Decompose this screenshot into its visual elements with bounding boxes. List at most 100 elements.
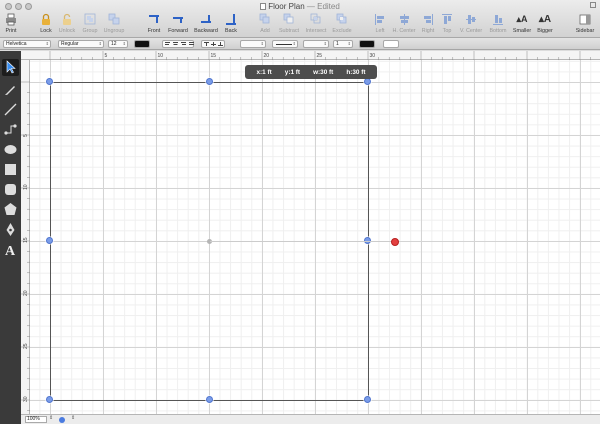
align-top-button[interactable]: Top: [439, 13, 455, 34]
polygon-tool[interactable]: [2, 201, 19, 218]
canvas-selector-arrows-icon[interactable]: ⇕: [71, 415, 75, 421]
align-h-center-icon: [398, 13, 410, 26]
stroke-color-well[interactable]: [359, 40, 375, 48]
rectangle-icon: [5, 164, 16, 175]
format-bar: Helvetica ⇕ Regular ⇕ 12 ⇕ ⇕ ⇕ ⇕ 1 ⇕: [0, 38, 600, 50]
font-style-select[interactable]: Regular ⇕: [58, 40, 104, 48]
font-smaller-button[interactable]: ▴A Smaller: [510, 13, 534, 34]
lock-button[interactable]: Lock: [37, 13, 55, 34]
fullscreen-icon[interactable]: [590, 2, 596, 8]
font-bigger-button[interactable]: ▴A Bigger: [535, 13, 555, 34]
align-right-icon: [422, 13, 434, 26]
canvas-indicator-icon[interactable]: [59, 417, 65, 423]
ruler-tick-label: 20: [264, 53, 270, 59]
dropdown-arrow-icon: ⇕: [45, 41, 49, 46]
ungroup-icon: [108, 13, 120, 26]
vertical-ruler: 5 10 15 20 25 30: [21, 60, 30, 414]
ruler-tick-label: 30: [23, 396, 29, 402]
resize-handle-left[interactable]: [46, 237, 53, 244]
line-style-preview: [276, 44, 292, 45]
align-v-center-button[interactable]: V. Center: [456, 13, 486, 34]
align-right-button[interactable]: Right: [419, 13, 437, 34]
zoom-arrows-icon[interactable]: ⇕: [49, 415, 53, 421]
dropdown-arrow-icon: ⇕: [98, 41, 102, 46]
horizontal-ruler: 5 10 15 20 25 30: [21, 51, 600, 60]
send-backward-button[interactable]: Backward: [192, 13, 220, 34]
rectangle-tool[interactable]: [2, 161, 19, 178]
resize-handle-top-right[interactable]: [364, 78, 371, 85]
svg-text:A: A: [5, 244, 16, 258]
ruler-tick-label: 15: [211, 53, 217, 59]
font-bigger-icon: ▴A: [538, 14, 552, 25]
zoom-level-field[interactable]: 100%: [25, 416, 47, 423]
intersect-icon: [310, 13, 322, 26]
line-tool[interactable]: [2, 101, 19, 118]
ruler-tick-label: 10: [23, 184, 29, 190]
bezier-tool[interactable]: [2, 221, 19, 238]
font-family-select[interactable]: Helvetica ⇕: [3, 40, 51, 48]
group-button[interactable]: Group: [80, 13, 100, 34]
bezier-icon: [6, 223, 15, 236]
align-bottom-icon: [492, 13, 504, 26]
print-button[interactable]: Print: [2, 13, 20, 34]
ruler-tick-label: 30: [370, 53, 376, 59]
subtract-shapes-button[interactable]: Subtract: [276, 13, 302, 34]
resize-handle-bottom-left[interactable]: [46, 396, 53, 403]
font-smaller-icon: ▴A: [516, 14, 528, 24]
rotation-handle[interactable]: [391, 238, 399, 246]
send-backward-icon: [200, 13, 212, 26]
bring-forward-button[interactable]: Forward: [166, 13, 190, 34]
lock-icon: [40, 13, 52, 26]
add-shapes-button[interactable]: Add: [256, 13, 274, 34]
fill-color-well[interactable]: [383, 40, 399, 48]
dropdown-arrow-icon: ⇕: [260, 41, 264, 46]
dimensions-tooltip: x:1 ft y:1 ft w:30 ft h:30 ft: [245, 65, 377, 79]
dropdown-arrow-icon: ⇕: [122, 41, 126, 46]
align-left-icon: [374, 13, 386, 26]
send-to-back-icon: [225, 13, 237, 26]
ruler-tick-label: 25: [23, 343, 29, 349]
line-icon: [4, 103, 17, 116]
align-h-center-button[interactable]: H. Center: [390, 13, 418, 34]
align-bottom-button[interactable]: Bottom: [487, 13, 509, 34]
resize-handle-bottom-right[interactable]: [364, 396, 371, 403]
pen-tool[interactable]: [2, 81, 19, 98]
document-icon: [260, 3, 267, 10]
fill-style-select[interactable]: ⇕: [240, 40, 266, 48]
stroke-width-field[interactable]: 1 ⇕: [333, 40, 353, 48]
text-tool[interactable]: A: [2, 241, 19, 259]
unlock-button[interactable]: Unlock: [57, 13, 77, 34]
bring-to-front-icon: [148, 13, 160, 26]
printer-icon: [5, 13, 17, 26]
arrow-head-select[interactable]: ⇕: [303, 40, 329, 48]
font-size-field[interactable]: 12 ⇕: [108, 40, 128, 48]
selection-tool[interactable]: [2, 59, 19, 76]
sidebar-toggle-button[interactable]: Sidebar: [574, 13, 596, 34]
send-to-back-button[interactable]: Back: [222, 13, 240, 34]
tooltip-x: x:1 ft: [256, 68, 272, 76]
tooltip-width: w:30 ft: [313, 68, 334, 76]
intersect-shapes-button[interactable]: Intersect: [303, 13, 329, 34]
ungroup-button[interactable]: Ungroup: [102, 13, 126, 34]
text-color-well[interactable]: [134, 40, 150, 48]
vertical-ruler-ticks: 5 10 15 20 25 30: [21, 81, 30, 411]
line-style-select[interactable]: ⇕: [272, 40, 298, 48]
connector-tool[interactable]: [2, 121, 19, 138]
unlock-icon: [61, 13, 73, 26]
text-alignment-control[interactable]: [162, 40, 194, 48]
align-left-button[interactable]: Left: [372, 13, 388, 34]
pen-icon: [5, 86, 15, 95]
rotation-guide-line: [210, 241, 394, 242]
ellipse-tool[interactable]: [2, 141, 19, 158]
bring-to-front-button[interactable]: Front: [144, 13, 164, 34]
vertical-alignment-control[interactable]: [201, 40, 225, 48]
exclude-shapes-button[interactable]: Exclude: [330, 13, 354, 34]
rounded-rect-icon: [5, 184, 16, 195]
resize-handle-top-left[interactable]: [46, 78, 53, 85]
ruler-tick-label: 10: [158, 53, 164, 59]
resize-handle-bottom[interactable]: [206, 396, 213, 403]
ruler-tick-label: 5: [23, 134, 29, 137]
resize-handle-top[interactable]: [206, 78, 213, 85]
rounded-rectangle-tool[interactable]: [2, 181, 19, 198]
align-v-center-icon: [465, 13, 477, 26]
